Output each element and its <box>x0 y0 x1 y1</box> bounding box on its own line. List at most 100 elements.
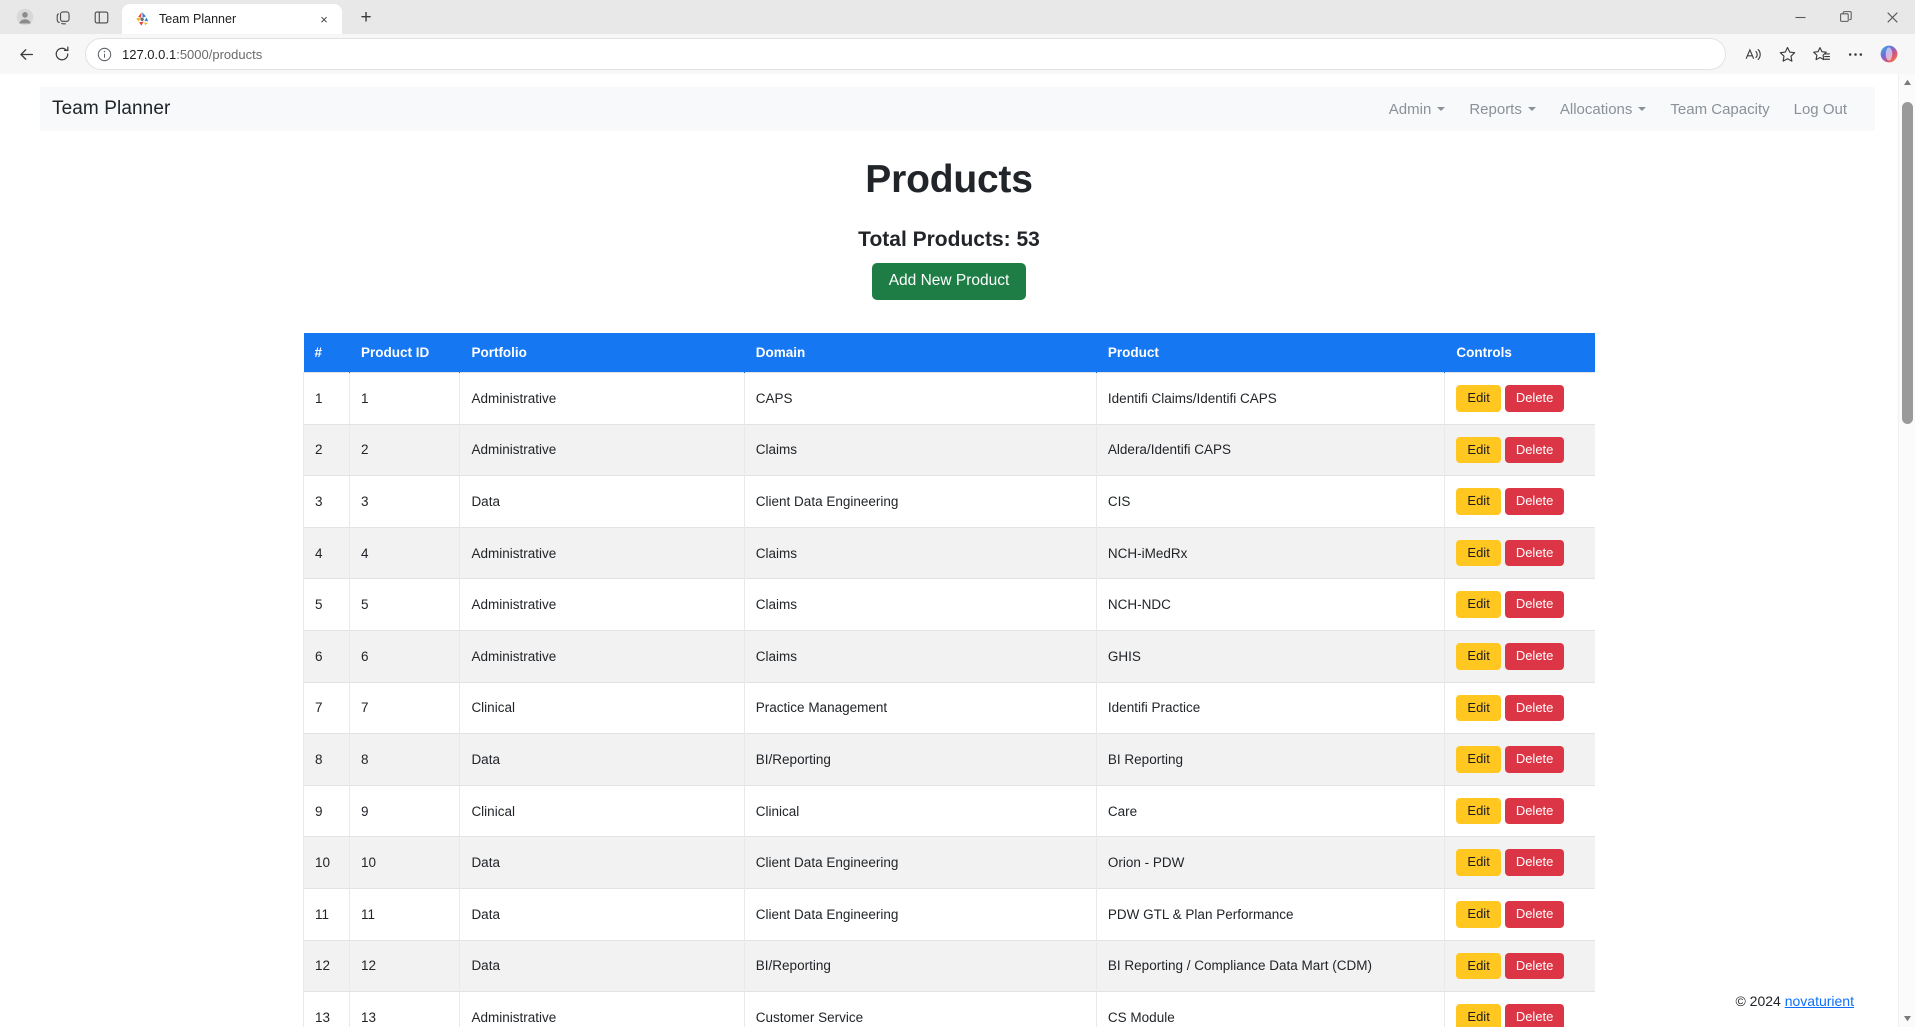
products-table: # Product ID Portfolio Domain Product Co… <box>303 333 1595 1027</box>
row-portfolio: Administrative <box>459 372 745 425</box>
person-icon[interactable] <box>14 6 36 28</box>
tab-title: Team Planner <box>159 12 237 26</box>
delete-button[interactable]: Delete <box>1504 849 1565 876</box>
address-bar[interactable]: 127.0.0.1:5000/products <box>86 39 1725 69</box>
edit-button[interactable]: Edit <box>1456 746 1501 773</box>
row-product: Orion - PDW <box>1096 836 1446 889</box>
edit-button[interactable]: Edit <box>1456 436 1501 464</box>
close-button[interactable] <box>1869 0 1915 34</box>
delete-button[interactable]: Delete <box>1504 488 1565 515</box>
settings-more-icon[interactable] <box>1839 38 1871 70</box>
delete-button[interactable]: Delete <box>1504 642 1565 670</box>
chevron-down-icon <box>1527 107 1536 111</box>
row-domain: Claims <box>744 578 1097 631</box>
read-aloud-icon[interactable] <box>1737 38 1769 70</box>
new-tab-button[interactable]: + <box>352 4 380 32</box>
delete-button[interactable]: Delete <box>1504 746 1565 773</box>
row-index: 5 <box>303 578 351 631</box>
row-controls: Edit Delete <box>1444 733 1595 786</box>
row-controls: Edit Delete <box>1444 939 1595 992</box>
nav-item-allocations[interactable]: Allocations <box>1548 95 1659 124</box>
nav-item-admin-label: Admin <box>1388 100 1432 118</box>
delete-button[interactable]: Delete <box>1504 385 1565 412</box>
tab-strip: Team Planner × + <box>0 0 1915 34</box>
table-row: 2 2 Administrative Claims Aldera/Identifi CA… <box>303 423 1595 476</box>
delete-button[interactable]: Delete <box>1504 539 1565 567</box>
col-header-product[interactable]: Product <box>1096 333 1446 373</box>
edit-button[interactable]: Edit <box>1456 952 1501 980</box>
delete-button[interactable]: Delete <box>1504 591 1565 618</box>
products-table-head: # Product ID Portfolio Domain Product Co… <box>303 333 1595 373</box>
tab-actions-icon[interactable] <box>90 6 112 28</box>
copilot-icon[interactable] <box>1873 38 1905 70</box>
back-button-icon[interactable] <box>10 38 42 70</box>
edit-button[interactable]: Edit <box>1456 797 1501 825</box>
page-scrollbar[interactable] <box>1898 74 1915 1027</box>
nav-item-team-capacity[interactable]: Team Capacity <box>1658 95 1781 124</box>
row-product-id: 10 <box>349 836 461 889</box>
table-row: 7 7 Clinical Practice Management Identifi Pr… <box>303 681 1595 734</box>
footer-link-novaturient[interactable]: novaturient <box>1785 993 1854 1009</box>
edit-button[interactable]: Edit <box>1456 1004 1501 1027</box>
chevron-down-icon <box>1437 107 1446 111</box>
col-header-index[interactable]: # <box>303 333 351 373</box>
row-index: 8 <box>303 733 351 786</box>
row-domain: Client Data Engineering <box>744 887 1097 941</box>
app-brand[interactable]: Team Planner <box>52 98 170 120</box>
tab-close-icon[interactable]: × <box>314 9 334 29</box>
edit-button[interactable]: Edit <box>1456 591 1501 618</box>
delete-button[interactable]: Delete <box>1504 900 1565 928</box>
scrollbar-thumb[interactable] <box>1902 102 1913 424</box>
browser-tab[interactable]: Team Planner × <box>122 4 342 34</box>
row-domain: BI/Reporting <box>744 939 1097 992</box>
favorite-star-icon[interactable] <box>1771 38 1803 70</box>
nav-item-log-out[interactable]: Log Out <box>1782 95 1859 124</box>
row-index: 11 <box>303 887 351 941</box>
row-domain: Claims <box>744 423 1097 476</box>
flask-icon <box>134 11 150 27</box>
edit-button[interactable]: Edit <box>1456 642 1501 670</box>
nav-item-reports[interactable]: Reports <box>1457 95 1548 124</box>
delete-button[interactable]: Delete <box>1504 694 1565 722</box>
row-product-id: 1 <box>349 372 461 425</box>
minimize-button[interactable] <box>1777 0 1823 34</box>
nav-item-admin[interactable]: Admin <box>1377 95 1458 124</box>
row-portfolio: Data <box>459 939 745 992</box>
browser-toolbar: 127.0.0.1:5000/products <box>0 34 1915 74</box>
delete-button[interactable]: Delete <box>1504 436 1565 464</box>
refresh-button-icon[interactable] <box>46 38 78 70</box>
edit-button[interactable]: Edit <box>1456 849 1501 876</box>
scroll-down-arrow-icon[interactable] <box>1899 1010 1915 1027</box>
delete-button[interactable]: Delete <box>1504 1004 1565 1027</box>
col-header-domain[interactable]: Domain <box>744 333 1097 373</box>
delete-button[interactable]: Delete <box>1504 797 1565 825</box>
page-footer: © 2024 novaturient <box>1735 993 1854 1009</box>
row-index: 10 <box>303 836 351 889</box>
workspaces-icon[interactable] <box>52 6 74 28</box>
row-product: BI Reporting <box>1096 733 1446 786</box>
edit-button[interactable]: Edit <box>1456 385 1501 412</box>
row-product-id: 9 <box>349 784 461 837</box>
row-index: 13 <box>303 991 351 1027</box>
edit-button[interactable]: Edit <box>1456 539 1501 567</box>
edit-button[interactable]: Edit <box>1456 900 1501 928</box>
col-header-portfolio[interactable]: Portfolio <box>459 333 745 373</box>
add-new-product-button[interactable]: Add New Product <box>871 263 1027 300</box>
row-domain: Claims <box>744 629 1097 683</box>
col-header-product-id[interactable]: Product ID <box>349 333 461 373</box>
edit-button[interactable]: Edit <box>1456 488 1501 515</box>
row-domain: Practice Management <box>744 681 1097 734</box>
row-portfolio: Administrative <box>459 629 745 683</box>
collections-icon[interactable] <box>1805 38 1837 70</box>
table-row: 4 4 Administrative Claims NCH-iMedRx Edit Dele… <box>303 526 1595 579</box>
restore-button[interactable] <box>1823 0 1869 34</box>
row-domain: Customer Service <box>744 991 1097 1027</box>
products-table-wrapper: # Product ID Portfolio Domain Product Co… <box>303 333 1595 1027</box>
table-row: 12 12 Data BI/Reporting BI Reporting / Compl… <box>303 939 1595 992</box>
site-info-icon[interactable] <box>94 44 114 64</box>
url-host: 127.0.0.1 <box>122 46 177 62</box>
edit-button[interactable]: Edit <box>1456 694 1501 722</box>
row-controls: Edit Delete <box>1444 578 1595 631</box>
scroll-up-arrow-icon[interactable] <box>1899 74 1915 91</box>
delete-button[interactable]: Delete <box>1504 952 1565 980</box>
